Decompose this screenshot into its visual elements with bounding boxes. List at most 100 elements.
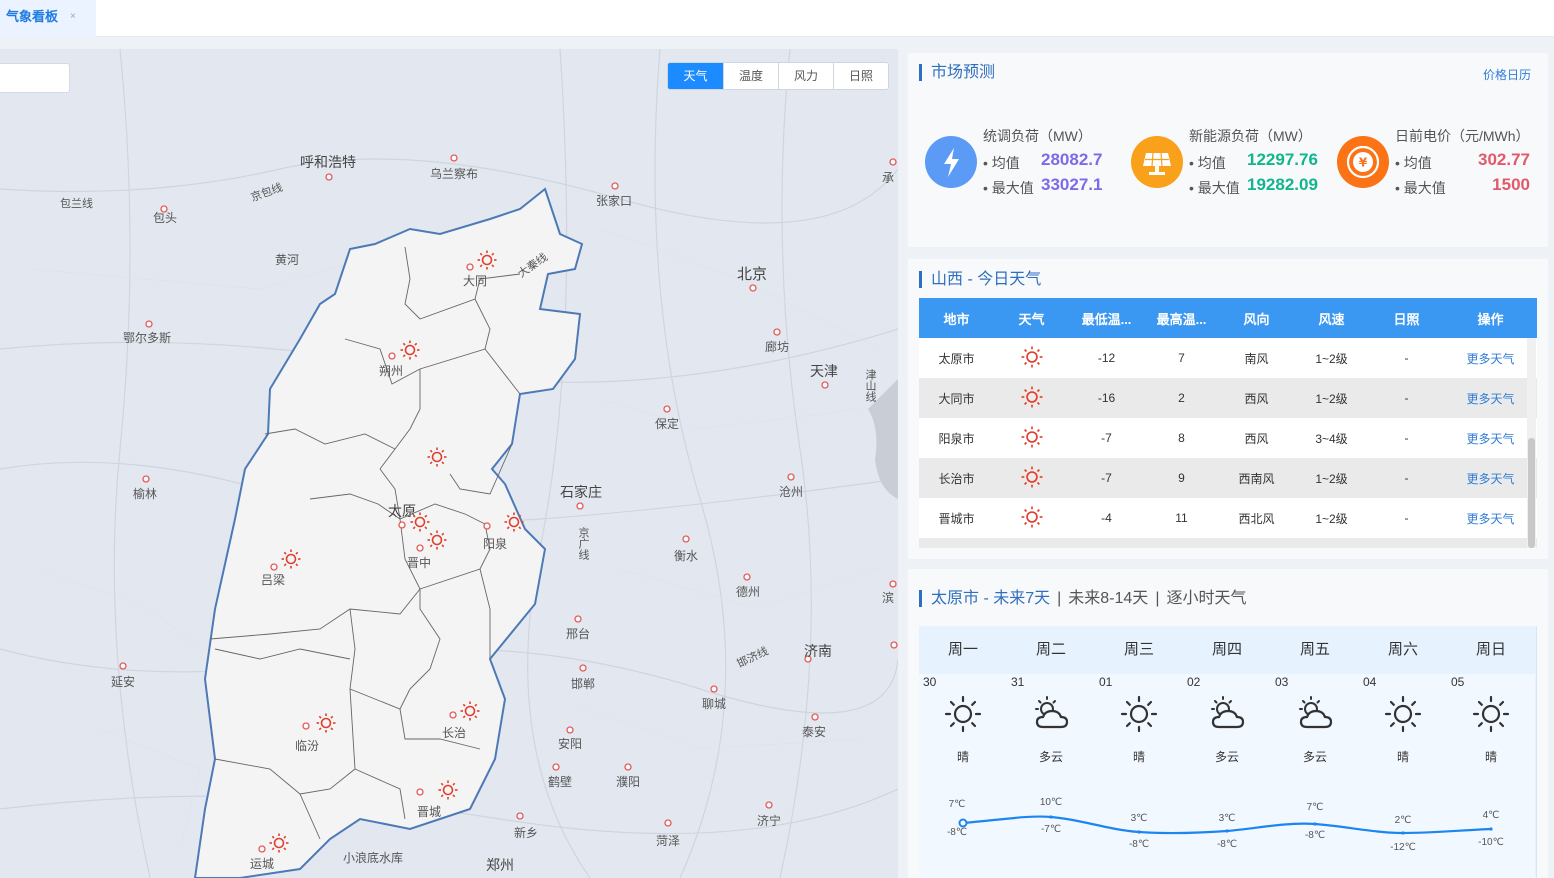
mode-wind-button[interactable]: 风力 [778, 63, 833, 89]
mode-temperature-button[interactable]: 温度 [723, 63, 778, 89]
sun-icon[interactable] [477, 250, 497, 270]
column-header[interactable]: 天气 [994, 298, 1069, 338]
weather-table-wrap[interactable]: 地市 天气 最低温... 最高温... 风向 风速 日照 操作 太原市 -12 … [919, 298, 1537, 548]
low-temp-cell: -4 [1069, 498, 1144, 538]
sun-icon[interactable] [316, 713, 336, 733]
map-label: 呼和浩特 [300, 154, 356, 170]
mode-weather-button[interactable]: 天气 [668, 63, 723, 89]
map-label: 鹤壁 [548, 775, 573, 789]
map-label: 衡水 [674, 549, 699, 563]
search-input[interactable] [0, 63, 70, 93]
metric-avg-label: • 均值 [1189, 155, 1226, 171]
close-icon[interactable]: × [70, 0, 76, 34]
metric-max-value: 1500 [1492, 175, 1530, 194]
sunshine-cell: - [1369, 338, 1444, 378]
wind-speed-cell: 3~4级 [1294, 418, 1369, 458]
map-label: 延安 [111, 675, 136, 689]
column-header[interactable]: 风向 [1219, 298, 1294, 338]
metric-max-label: • 最大值 [1189, 180, 1240, 196]
sun-icon[interactable] [427, 447, 447, 467]
sun-icon[interactable] [504, 512, 524, 532]
column-header[interactable]: 操作 [1444, 298, 1537, 338]
wind-dir-cell: 西风 [1219, 378, 1294, 418]
metric-max-value: 19282.09 [1247, 175, 1318, 194]
map-label: 晋城 [417, 805, 442, 819]
map-label: 菏泽 [656, 834, 681, 848]
tab-next-8-14-days[interactable]: 未来8-14天 [1068, 590, 1148, 607]
sun-icon[interactable] [281, 549, 301, 569]
yuan-icon: ¥ [1337, 136, 1389, 188]
map-label: 沧州 [779, 485, 804, 499]
map-label: 郑州 [486, 857, 514, 873]
column-header[interactable]: 风速 [1294, 298, 1369, 338]
more-weather-link[interactable]: 更多天气 [1444, 418, 1537, 458]
sunshine-cell: - [1369, 418, 1444, 458]
metric-title: 新能源负荷（MW） [1189, 128, 1312, 144]
tab-hourly[interactable]: 逐小时天气 [1166, 590, 1246, 607]
map-label: 聊城 [702, 697, 727, 711]
column-header[interactable]: 日照 [1369, 298, 1444, 338]
map-view[interactable]: 天气 温度 风力 日照 呼和浩特 乌兰察布 张家口 包头 包兰线 京包线 黄河 … [0, 49, 898, 878]
sun-icon[interactable] [410, 512, 430, 532]
temperature-curve [958, 815, 1493, 835]
weather-cell [994, 378, 1069, 418]
more-weather-link[interactable]: 更多天气 [1444, 498, 1537, 538]
map-label: 天津 [810, 363, 838, 379]
sun-icon[interactable] [400, 340, 420, 360]
wind-dir-cell: 西北风 [1219, 498, 1294, 538]
map-label: 小浪底水库 [343, 851, 404, 865]
map-label: 济南 [804, 643, 832, 659]
sun-icon [1021, 466, 1042, 487]
sun-icon[interactable] [427, 530, 447, 550]
high-temp-cell: 2 [1144, 378, 1219, 418]
svg-text:¥: ¥ [1359, 156, 1368, 170]
scrollbar-thumb[interactable] [1528, 438, 1535, 548]
metric-max-label: • 最大值 [1395, 180, 1446, 196]
tab-label: 气象看板 [6, 9, 59, 24]
price-calendar-link[interactable]: 价格日历 [1483, 66, 1531, 83]
map-label: 北京 [737, 266, 768, 283]
wind-speed-cell: 1~2级 [1294, 338, 1369, 378]
low-temp-cell: -16 [1069, 378, 1144, 418]
city-cell: 太原市 [919, 338, 994, 378]
more-weather-link[interactable]: 更多天气 [1444, 338, 1537, 378]
table-row [919, 538, 1537, 548]
more-weather-link[interactable]: 更多天气 [1444, 458, 1537, 498]
tab-bar: 气象看板 × [0, 0, 1554, 37]
more-weather-link[interactable]: 更多天气 [1444, 378, 1537, 418]
column-header[interactable]: 最高温... [1144, 298, 1219, 338]
wind-speed-cell: 1~2级 [1294, 458, 1369, 498]
sun-icon[interactable] [438, 780, 458, 800]
map-mode-switch: 天气 温度 风力 日照 [667, 62, 889, 90]
table-row: 晋城市 -4 11 西北风 1~2级 - 更多天气 [919, 498, 1537, 538]
wind-dir-cell: 西南风 [1219, 458, 1294, 498]
high-temp-cell: 8 [1144, 418, 1219, 458]
sun-icon[interactable] [460, 701, 480, 721]
sun-icon[interactable] [269, 833, 289, 853]
column-header[interactable]: 最低温... [1069, 298, 1144, 338]
map-label: 济宁 [757, 814, 782, 828]
weather-table: 地市 天气 最低温... 最高温... 风向 风速 日照 操作 太原市 -12 … [919, 298, 1537, 548]
lightning-icon [925, 136, 977, 188]
map-label: 张家口 [596, 194, 633, 208]
tab-weather-board[interactable]: 气象看板 × [0, 0, 96, 37]
metric-title: 统调负荷（MW） [983, 128, 1092, 144]
map-label: 保定 [655, 417, 680, 431]
metric-avg-value: 12297.76 [1247, 150, 1318, 169]
map-label: 承 [882, 171, 895, 185]
market-forecast-panel: 市场预测 价格日历 统调负荷（MW） • 均值 28082.7 • 最大值 33… [908, 53, 1548, 247]
table-header: 地市 天气 最低温... 最高温... 风向 风速 日照 操作 [919, 298, 1537, 338]
mode-sunshine-button[interactable]: 日照 [833, 63, 888, 89]
column-header[interactable]: 地市 [919, 298, 994, 338]
table-scrollbar[interactable] [1527, 338, 1536, 548]
low-temp-cell: -7 [1069, 458, 1144, 498]
map-label: 石家庄 [560, 484, 602, 500]
tab-next-7-days[interactable]: 太原市 - 未来7天 [931, 590, 1050, 607]
map-label: 包兰线 [60, 198, 93, 210]
high-temp-cell: 7 [1144, 338, 1219, 378]
map-label: 津山线 [864, 369, 876, 402]
map-label: 德州 [736, 585, 761, 599]
map-label: 滨 [882, 591, 895, 605]
table-row: 长治市 -7 9 西南风 1~2级 - 更多天气 [919, 458, 1537, 498]
map-label: 大同 [463, 274, 488, 288]
